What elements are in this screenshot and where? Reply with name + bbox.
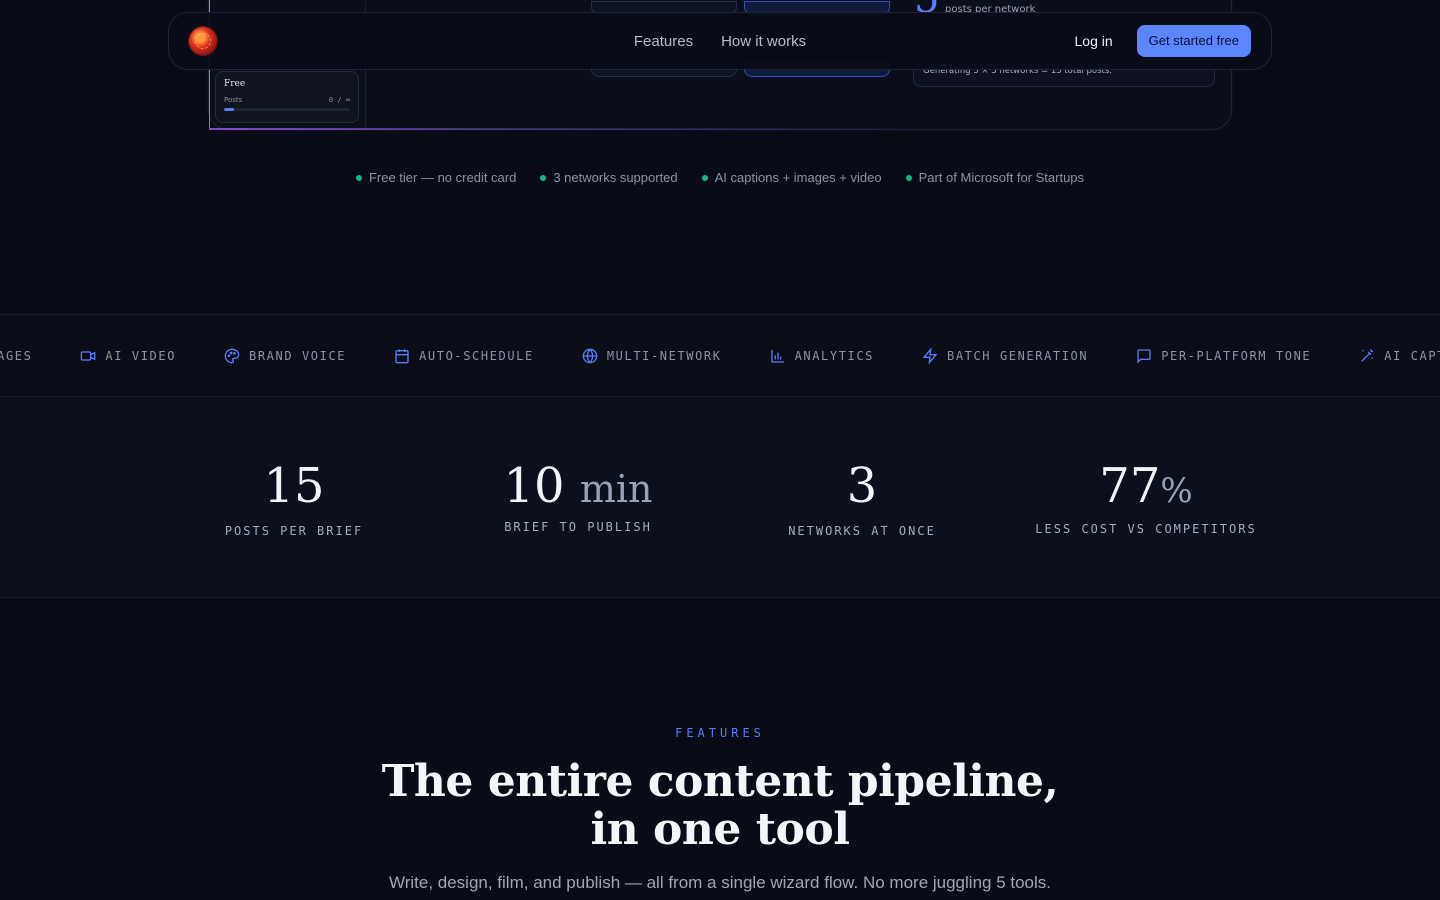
marquee-item: ANALYTICS (770, 348, 874, 364)
marquee-item: PER-PLATFORM TONE (1136, 348, 1311, 364)
usage-progress-fill (224, 108, 235, 111)
marquee-item: AI IMAGES (0, 348, 33, 363)
video-icon (80, 348, 96, 364)
magic-wand-icon (1359, 348, 1375, 364)
stat-brief-to-publish: 10 min BRIEF TO PUBLISH (418, 457, 738, 534)
plan-name: Free (224, 79, 246, 89)
stat-label: LESS COST VS COMPETITORS (1035, 522, 1257, 536)
chat-icon (1136, 348, 1152, 364)
mockup-glow-edge (209, 128, 1231, 130)
stat-unit: % (1160, 471, 1193, 511)
marquee-item: AUTO-SCHEDULE (394, 348, 534, 364)
trust-badge: Free tier — no credit card (355, 170, 516, 185)
calendar-icon (394, 348, 410, 364)
usage-label: Posts (224, 96, 243, 104)
status-dot-icon (540, 174, 547, 181)
stat-label: BRIEF TO PUBLISH (504, 520, 652, 534)
features-eyebrow: FEATURES (675, 726, 765, 740)
marquee-item: AI CAPTIONS (1359, 348, 1440, 364)
features-title: The entire content pipeline, in one tool (381, 756, 1059, 855)
palette-icon (224, 348, 240, 364)
stat-value: 3 (846, 458, 878, 514)
usage-progress-bar (224, 108, 350, 111)
plan-card: Free Posts 0 / ∞ (215, 71, 359, 123)
stat-value: 10 (503, 458, 565, 514)
stats-band: 15 POSTS PER BRIEF 10 min BRIEF TO PUBLI… (0, 397, 1440, 598)
stat-less-cost: 77% LESS COST VS COMPETITORS (986, 457, 1306, 536)
stat-networks-at-once: 3 NETWORKS AT ONCE (702, 457, 1022, 538)
stat-value: 77 (1099, 458, 1161, 514)
trust-badge: Part of Microsoft for Startups (905, 170, 1084, 185)
globe-icon (582, 348, 598, 364)
marquee-item: MULTI-NETWORK (582, 348, 722, 364)
get-started-button[interactable]: Get started free (1136, 25, 1251, 57)
nav-link-how-it-works[interactable]: How it works (721, 33, 806, 50)
login-link[interactable]: Log in (1075, 33, 1113, 49)
top-nav: Features How it works Log in Get started… (168, 12, 1272, 70)
bar-chart-icon (770, 348, 786, 364)
stat-label: NETWORKS AT ONCE (788, 524, 936, 538)
marquee-item: BATCH GENERATION (922, 347, 1088, 364)
trust-badge: 3 networks supported (540, 170, 678, 185)
stat-posts-per-brief: 15 POSTS PER BRIEF (134, 457, 454, 538)
features-subtitle: Write, design, film, and publish — all f… (388, 873, 1052, 892)
status-dot-icon (355, 174, 362, 181)
status-dot-icon (905, 174, 912, 181)
stat-label: POSTS PER BRIEF (224, 524, 364, 538)
lightning-icon (922, 347, 938, 364)
brand-logo[interactable] (189, 27, 217, 55)
status-dot-icon (701, 174, 708, 181)
trust-badges: Free tier — no credit card 3 networks su… (0, 170, 1440, 185)
marquee-item: BRAND VOICE (224, 348, 346, 364)
trust-badge: AI captions + images + video (701, 170, 882, 185)
nav-link-features[interactable]: Features (634, 33, 693, 50)
nav-links: Features How it works (634, 33, 806, 50)
feature-marquee: AI IMAGES AI VIDEO BRAND VOICE AUTO-SCHE… (0, 314, 1440, 397)
marquee-item: AI VIDEO (80, 348, 176, 364)
stat-unit: min (579, 467, 653, 511)
stat-value: 15 (263, 458, 325, 514)
usage-value: 0 / ∞ (328, 96, 350, 104)
